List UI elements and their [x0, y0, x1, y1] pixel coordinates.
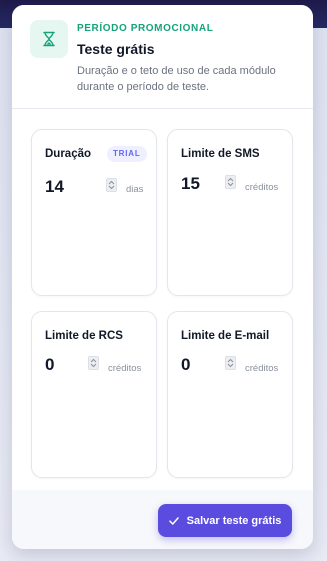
- rcs-stepper[interactable]: [88, 356, 99, 370]
- promo-eyebrow: PERÍODO PROMOCIONAL: [77, 23, 214, 34]
- rcs-value[interactable]: 0: [45, 355, 54, 375]
- sms-label: Limite de SMS: [181, 148, 260, 160]
- rcs-unit: créditos: [108, 363, 142, 374]
- save-button-label: Salvar teste grátis: [186, 514, 282, 527]
- sms-stepper[interactable]: [225, 175, 236, 189]
- hourglass-icon: [30, 20, 68, 58]
- modules-grid: Duração TRIAL 14 dias Limite de SMS 15 c: [12, 109, 313, 490]
- duration-unit: dias: [126, 184, 144, 195]
- trial-badge: TRIAL: [107, 146, 147, 162]
- duration-stepper[interactable]: [106, 178, 117, 192]
- card-header: PERÍODO PROMOCIONAL Teste grátis Duração…: [12, 5, 313, 109]
- duration-label: Duração: [45, 148, 92, 160]
- rcs-tile: Limite de RCS 0 créditos: [31, 311, 157, 478]
- sms-value[interactable]: 15: [181, 174, 200, 194]
- email-unit: créditos: [245, 363, 279, 374]
- stepper-arrows-icon: [90, 358, 97, 368]
- email-stepper[interactable]: [225, 356, 236, 370]
- trial-settings-card: PERÍODO PROMOCIONAL Teste grátis Duração…: [12, 5, 313, 549]
- duration-value[interactable]: 14: [45, 177, 64, 197]
- check-icon: [168, 516, 179, 525]
- save-trial-button[interactable]: Salvar teste grátis: [158, 504, 292, 537]
- stepper-arrows-icon: [227, 358, 234, 368]
- email-label: Limite de E-mail: [181, 330, 270, 342]
- card-title: Teste grátis: [77, 41, 155, 57]
- duration-tile: Duração TRIAL 14 dias: [31, 129, 157, 296]
- sms-tile: Limite de SMS 15 créditos: [167, 129, 293, 296]
- stepper-arrows-icon: [108, 180, 115, 190]
- card-footer: Salvar teste grátis: [12, 490, 313, 549]
- email-value[interactable]: 0: [181, 355, 190, 375]
- stepper-arrows-icon: [227, 177, 234, 187]
- card-description: Duração e o teto de uso de cada módulo d…: [77, 65, 276, 93]
- sms-unit: créditos: [245, 182, 279, 193]
- rcs-label: Limite de RCS: [45, 330, 123, 342]
- email-tile: Limite de E-mail 0 créditos: [167, 311, 293, 478]
